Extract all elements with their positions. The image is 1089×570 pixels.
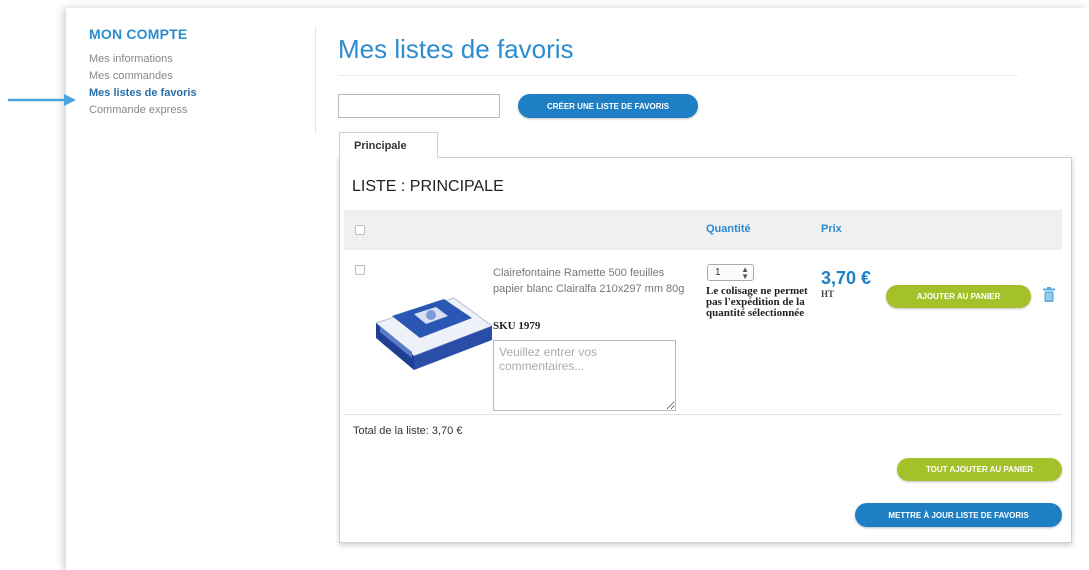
row-checkbox[interactable] — [355, 265, 365, 275]
sidebar-item-listes-favoris[interactable]: Mes listes de favoris — [89, 85, 289, 102]
tab-principale[interactable]: Principale — [339, 132, 438, 158]
select-all-checkbox[interactable] — [355, 225, 365, 235]
trash-icon[interactable] — [1043, 287, 1055, 302]
add-all-to-cart-button[interactable]: TOUT AJOUTER AU PANIER — [897, 458, 1062, 481]
price-tax-label: HT — [821, 289, 835, 299]
column-header-price: Prix — [821, 223, 842, 235]
page-title: Mes listes de favoris — [338, 34, 574, 64]
quantity-select[interactable]: 1 ▲ ▼ — [707, 264, 754, 281]
arrow-right-icon — [8, 94, 76, 106]
title-divider — [338, 75, 1018, 76]
sidebar-item-informations[interactable]: Mes informations — [89, 51, 289, 68]
quantity-warning: Le colisage ne permet pas l'expédition d… — [706, 285, 808, 319]
column-header-quantity: Quantité — [706, 223, 751, 235]
row-divider — [344, 414, 1062, 415]
quantity-value: 1 — [715, 267, 721, 278]
add-to-cart-button[interactable]: AJOUTER AU PANIER — [886, 285, 1031, 308]
product-sku: SKU 1979 — [493, 320, 541, 332]
spinner-icon: ▲ ▼ — [741, 264, 749, 281]
item-price: 3,70 € — [821, 268, 872, 288]
list-heading: LISTE : PRINCIPALE — [352, 178, 504, 195]
product-name[interactable]: Clairefontaine Ramette 500 feuilles papi… — [493, 265, 688, 297]
new-list-name-input[interactable] — [338, 94, 500, 118]
create-list-button[interactable]: CRÉER UNE LISTE DE FAVORIS — [518, 94, 698, 118]
update-list-button[interactable]: METTRE À JOUR LISTE DE FAVORIS — [855, 503, 1062, 527]
comment-field[interactable] — [493, 340, 676, 411]
sidebar-item-commandes[interactable]: Mes commandes — [89, 68, 289, 85]
sidebar-item-commande-express[interactable]: Commande express — [89, 102, 289, 119]
sidebar-title: MON COMPTE — [89, 26, 188, 42]
list-panel: LISTE : PRINCIPALE Quantité Prix Clairef… — [339, 157, 1072, 543]
sidebar-divider — [315, 26, 316, 134]
table-header: Quantité Prix — [344, 210, 1062, 250]
product-image — [375, 297, 494, 370]
list-total: Total de la liste: 3,70 € — [353, 425, 463, 437]
account-sidebar: MON COMPTE Mes informations Mes commande… — [89, 26, 289, 119]
